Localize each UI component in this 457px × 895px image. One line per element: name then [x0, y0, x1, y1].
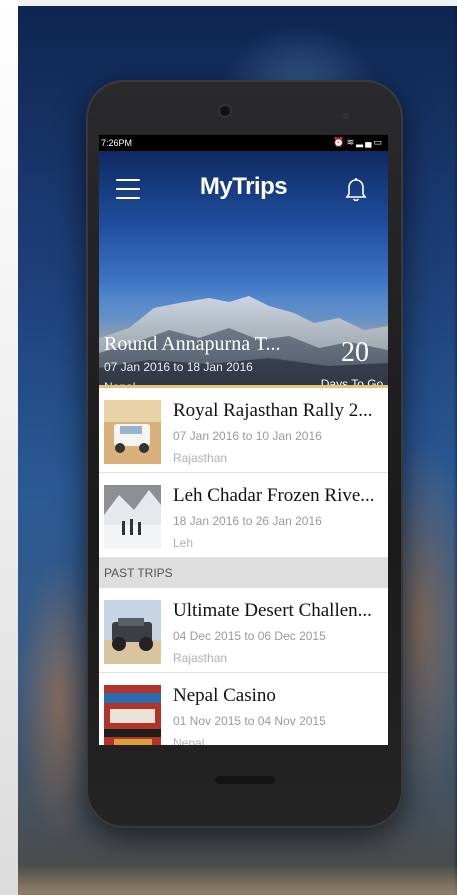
background-top-strip — [18, 0, 457, 6]
trip-location: Rajasthan — [173, 651, 228, 665]
trip-dates: 18 Jan 2016 to 26 Jan 2016 — [173, 514, 322, 528]
background-bottom — [18, 865, 457, 895]
trip-thumbnail — [104, 485, 161, 549]
trip-list: Royal Rajasthan Rally 2... 07 Jan 2016 t… — [99, 388, 388, 745]
trip-thumbnail — [104, 600, 161, 664]
battery-icon: ▭ — [373, 137, 384, 147]
status-icons: ⏰≋▂▄▭ — [333, 137, 384, 148]
trip-title: Royal Rajasthan Rally 2... — [173, 400, 373, 421]
trip-title: Nepal Casino — [173, 685, 276, 706]
trip-row-leh-chadar[interactable]: Leh Chadar Frozen Rive... 18 Jan 2016 to… — [99, 473, 388, 558]
trip-location: Rajasthan — [173, 451, 228, 465]
trip-title: Ultimate Desert Challen... — [173, 600, 372, 621]
trip-thumbnail — [104, 685, 161, 745]
status-time: 7:26PM — [101, 138, 133, 148]
bell-icon[interactable] — [344, 177, 368, 203]
days-to-go-count: 20 — [341, 337, 369, 368]
past-trips-section-header: PAST TRIPS — [99, 558, 388, 588]
featured-trip-title: Round Annapurna T... — [104, 333, 281, 355]
phone-camera — [343, 113, 349, 119]
trip-title: Leh Chadar Frozen Rive... — [173, 485, 375, 506]
trip-dates: 01 Nov 2015 to 04 Nov 2015 — [173, 714, 326, 728]
phone-bottom-speaker — [215, 776, 275, 784]
trip-dates: 04 Dec 2015 to 06 Dec 2015 — [173, 629, 326, 643]
trip-location: Nepal — [173, 736, 205, 745]
alarm-icon: ⏰ — [333, 137, 347, 147]
featured-trip-card[interactable]: MyTrips Round Annapurna T... 07 Jan 2016… — [99, 151, 388, 388]
trip-location: Leh — [173, 536, 194, 550]
trip-dates: 07 Jan 2016 to 10 Jan 2016 — [173, 429, 322, 443]
signal-icon: ▂▄ — [356, 137, 374, 147]
background-left-edge — [0, 0, 18, 895]
featured-trip-dates: 07 Jan 2016 to 18 Jan 2016 — [104, 360, 253, 374]
trip-thumbnail — [104, 400, 161, 464]
trip-row-nepal-casino[interactable]: Nepal Casino 01 Nov 2015 to 04 Nov 2015 … — [99, 673, 388, 745]
phone-earpiece — [220, 106, 230, 116]
trip-row-ultimate-desert-challenge[interactable]: Ultimate Desert Challen... 04 Dec 2015 t… — [99, 588, 388, 673]
trip-row-royal-rajasthan-rally[interactable]: Royal Rajasthan Rally 2... 07 Jan 2016 t… — [99, 388, 388, 473]
phone-screen: 7:26PM ⏰≋▂▄▭ MyTrips Round Annapurna T..… — [99, 135, 388, 745]
status-bar: 7:26PM ⏰≋▂▄▭ — [99, 135, 388, 151]
wifi-icon: ≋ — [346, 137, 357, 147]
